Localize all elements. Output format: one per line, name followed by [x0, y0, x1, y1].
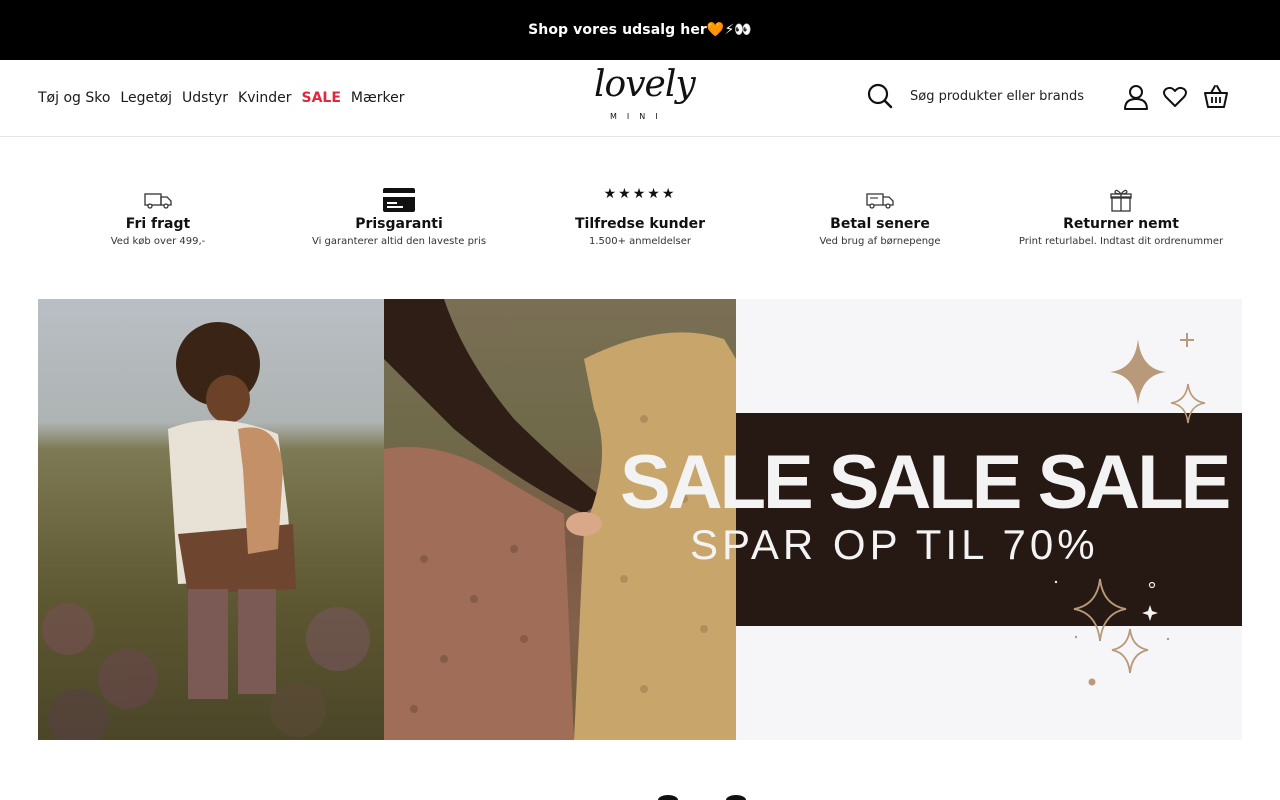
usp-free-shipping: Fri fragt Ved køb over 499,- — [38, 186, 278, 247]
search-icon[interactable] — [866, 82, 894, 110]
usp-happy-customers: ★★★★★ Tilfredse kunder 1.500+ anmeldelse… — [520, 186, 760, 247]
announcement-link[interactable]: Shop vores udsalg her🧡⚡👀 — [528, 22, 752, 38]
user-icon[interactable] — [1123, 84, 1149, 110]
basket-icon[interactable] — [1203, 83, 1229, 109]
hero-photo-child — [38, 299, 384, 740]
nav-item-brands[interactable]: Mærker — [351, 90, 405, 106]
usp-title: Tilfredse kunder — [574, 216, 706, 232]
heart-icon[interactable] — [1163, 86, 1187, 108]
main-nav: Tøj og Sko Legetøj Udstyr Kvinder SALE M… — [38, 60, 404, 136]
usp-price-guarantee: Prisgaranti Vi garanterer altid den lave… — [279, 186, 519, 247]
site-header: Tøj og Sko Legetøj Udstyr Kvinder SALE M… — [0, 60, 1280, 137]
credit-card-icon — [383, 188, 415, 212]
hero-sale-banner[interactable]: SALE SALE SALE SPAR OP TIL 70% — [38, 299, 1242, 740]
nav-item-toys[interactable]: Legetøj — [120, 90, 172, 106]
usp-title: Returner nemt — [1063, 216, 1179, 232]
usp-title: Prisgaranti — [355, 216, 443, 232]
hero-headline: SALE SALE SALE — [620, 440, 1231, 525]
nav-item-clothes-shoes[interactable]: Tøj og Sko — [38, 90, 110, 106]
usp-subtitle: 1.500+ anmeldelser — [588, 236, 692, 247]
nav-item-gear[interactable]: Udstyr — [182, 90, 228, 106]
usp-subtitle: Vi garanterer altid den laveste pris — [311, 236, 487, 247]
usp-subtitle: Ved brug af børnepenge — [819, 236, 941, 247]
usp-title: Betal senere — [830, 216, 930, 232]
usp-easy-returns: Returner nemt Print returlabel. Indtast … — [1001, 186, 1241, 247]
search-input[interactable]: Søg produkter eller brands — [910, 89, 1084, 104]
site-logo[interactable]: lovely MINI — [590, 64, 696, 132]
gift-icon — [1110, 189, 1132, 212]
next-section-graphic — [658, 795, 746, 800]
nav-item-sale[interactable]: SALE — [302, 90, 341, 106]
delivery-truck-icon — [866, 193, 894, 209]
usp-subtitle: Print returlabel. Indtast dit ordrenumme… — [1018, 236, 1224, 247]
logo-wordmark: lovely — [594, 64, 696, 105]
usp-pay-later: Betal senere Ved brug af børnepenge — [760, 186, 1000, 247]
child-figure-illustration — [42, 322, 370, 740]
stars-icon: ★★★★★ — [603, 186, 677, 202]
usp-title: Fri fragt — [125, 216, 191, 232]
usp-subtitle: Ved køb over 499,- — [110, 236, 206, 247]
hero-subline: SPAR OP TIL 70% — [690, 521, 1099, 568]
truck-icon — [144, 193, 172, 209]
nav-item-women[interactable]: Kvinder — [238, 90, 291, 106]
logo-subtitle: MINI — [610, 112, 668, 121]
announcement-bar: Shop vores udsalg her🧡⚡👀 — [0, 0, 1280, 60]
